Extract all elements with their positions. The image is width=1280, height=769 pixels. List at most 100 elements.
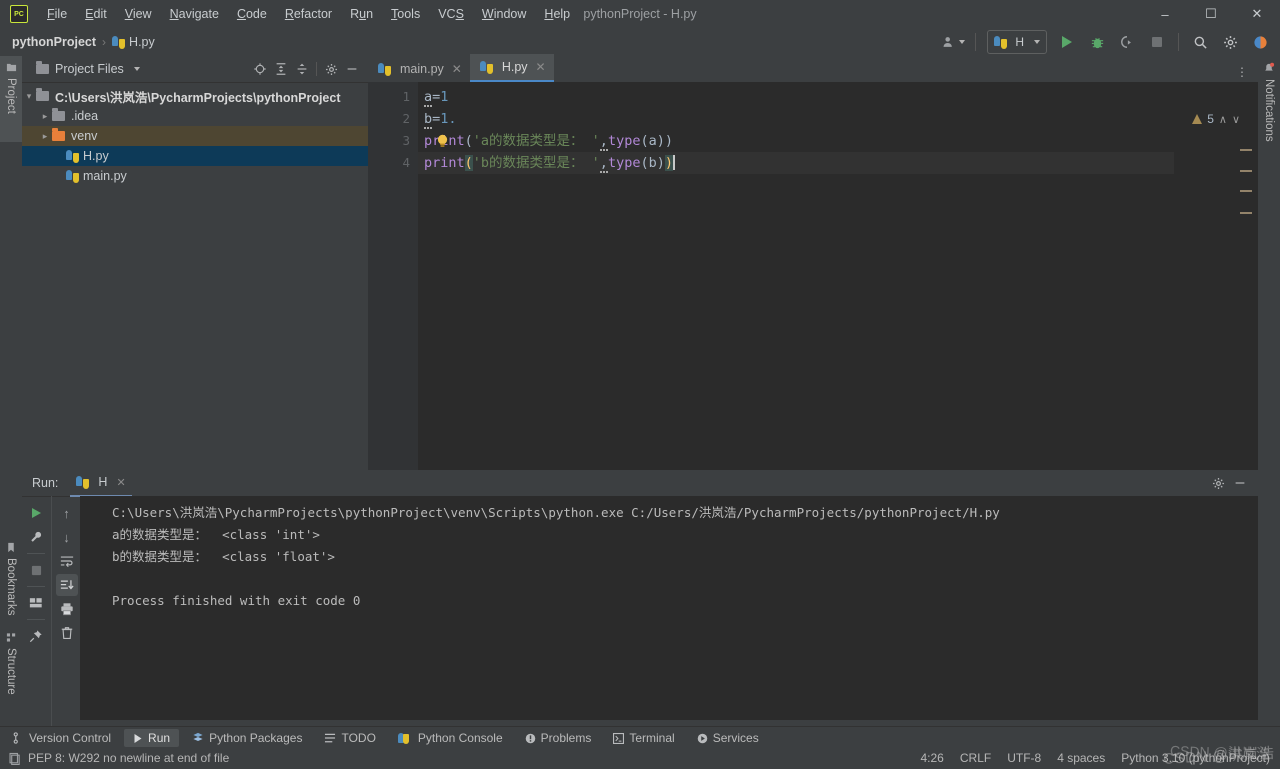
menu-file[interactable]: FFileile: [38, 3, 76, 25]
tab-h-py[interactable]: H.py ✕: [470, 54, 554, 82]
scroll-to-end-icon[interactable]: [56, 574, 78, 596]
editor-tab-bar: main.py ✕ H.py ✕ ⋮: [368, 56, 1258, 82]
bottom-tab-services[interactable]: Services: [688, 729, 768, 747]
inspection-summary[interactable]: 5 ∧ ∨: [1192, 112, 1240, 126]
run-coverage-icon[interactable]: [1113, 31, 1141, 53]
trash-icon[interactable]: [56, 622, 78, 644]
menu-run[interactable]: Run: [341, 3, 382, 25]
soft-wrap-icon[interactable]: [56, 550, 78, 572]
python-interpreter[interactable]: Python 3.10 (pythonProject): [1121, 751, 1270, 765]
menu-code[interactable]: Code: [228, 3, 276, 25]
minimize-button[interactable]: –: [1142, 0, 1188, 28]
run-icon[interactable]: [1053, 31, 1081, 53]
down-arrow-icon[interactable]: ↓: [56, 526, 78, 548]
bottom-tab-version-control[interactable]: Version Control: [4, 729, 120, 747]
run-tab-h[interactable]: H ✕: [70, 470, 131, 497]
code-line-1[interactable]: a=1: [418, 86, 1174, 108]
bottom-tab-todo[interactable]: TODO: [315, 729, 384, 747]
sidebar-item-project[interactable]: Project: [0, 56, 22, 142]
menu-navigate[interactable]: Navigate: [161, 3, 228, 25]
hide-panel-icon[interactable]: [342, 59, 362, 79]
sidebar-item-bookmarks[interactable]: Bookmarks: [0, 536, 22, 634]
menu-window[interactable]: Window: [473, 3, 535, 25]
stop-icon[interactable]: [1143, 31, 1171, 53]
prev-problem-icon[interactable]: ∧: [1219, 113, 1227, 126]
close-button[interactable]: ✕: [1234, 0, 1280, 28]
bottom-tab-run[interactable]: Run: [124, 729, 179, 747]
console-output[interactable]: C:\Users\洪岚浩\PycharmProjects\pythonProje…: [80, 496, 1258, 720]
intention-bulb-icon[interactable]: [436, 134, 449, 148]
code-lines[interactable]: a=1 b=1. print('a的数据类型是： ',type(a)) prin…: [418, 82, 1174, 470]
menu-edit[interactable]: Edit: [76, 3, 116, 25]
toolbar-divider-2: [1178, 33, 1179, 51]
menu-view[interactable]: View: [116, 3, 161, 25]
chevron-collapsed-icon[interactable]: ▸: [38, 131, 52, 142]
layout-settings-icon[interactable]: [25, 592, 47, 614]
line-separator[interactable]: CRLF: [960, 751, 991, 765]
debug-icon[interactable]: [1083, 31, 1111, 53]
stop-icon[interactable]: [25, 559, 47, 581]
chevron-collapsed-icon[interactable]: ▸: [38, 111, 52, 122]
code-editor[interactable]: 1 2 3 4 a=1 b=1. print('a的数据类型是： ',type(…: [368, 82, 1258, 470]
chevron-expanded-icon[interactable]: ▾: [22, 91, 36, 102]
bottom-tab-problems[interactable]: Problems: [516, 729, 601, 747]
inspection-status-icon[interactable]: [8, 752, 21, 765]
bottom-tab-python-packages[interactable]: Python Packages: [183, 729, 311, 747]
tab-close-icon[interactable]: ✕: [536, 60, 546, 74]
next-problem-icon[interactable]: ∨: [1232, 113, 1240, 126]
settings-gear-icon[interactable]: [321, 59, 341, 79]
collapse-all-icon[interactable]: [292, 59, 312, 79]
menu-refactor[interactable]: Refactor: [276, 3, 341, 25]
tree-row-venv[interactable]: ▸ venv: [22, 126, 368, 146]
code-line-2[interactable]: b=1.: [418, 108, 1174, 130]
up-arrow-icon[interactable]: ↑: [56, 502, 78, 524]
tree-row-idea[interactable]: ▸ .idea: [22, 106, 368, 126]
search-icon[interactable]: [1186, 31, 1214, 53]
breadcrumb-file[interactable]: H.py: [129, 35, 155, 49]
warning-stripe[interactable]: [1240, 212, 1252, 214]
menu-vcs[interactable]: VCS: [429, 3, 473, 25]
warning-stripe[interactable]: [1240, 190, 1252, 192]
caret-position[interactable]: 4:26: [921, 751, 944, 765]
warning-stripe[interactable]: [1240, 170, 1252, 172]
warning-stripe[interactable]: [1240, 149, 1252, 151]
maximize-button[interactable]: ☐: [1188, 0, 1234, 28]
editor-inspection-gutter[interactable]: 5 ∧ ∨: [1174, 108, 1258, 496]
modify-run-config-icon[interactable]: [25, 526, 47, 548]
run-tab-close-icon[interactable]: ✕: [116, 476, 125, 489]
rerun-icon[interactable]: [25, 502, 47, 524]
tree-row-main-py[interactable]: main.py: [22, 166, 368, 186]
hide-panel-icon[interactable]: [1230, 473, 1250, 493]
user-icon[interactable]: [939, 31, 968, 53]
print-icon[interactable]: [56, 598, 78, 620]
project-files-selector[interactable]: Project Files: [36, 62, 140, 76]
tree-row-h-py[interactable]: H.py: [22, 146, 368, 166]
scroll-from-source-icon[interactable]: [250, 59, 270, 79]
code-line-4[interactable]: print('b的数据类型是： ',type(b)): [418, 152, 1174, 174]
pin-icon[interactable]: [25, 625, 47, 647]
menu-tools[interactable]: Tools: [382, 3, 429, 25]
indent-setting[interactable]: 4 spaces: [1057, 751, 1105, 765]
bottom-tab-python-console[interactable]: Python Console: [389, 729, 512, 747]
file-encoding[interactable]: UTF-8: [1007, 751, 1041, 765]
sidebar-item-structure[interactable]: Structure: [0, 626, 22, 718]
code-line-3[interactable]: print('a的数据类型是： ',type(a)): [418, 130, 1174, 152]
gear-icon[interactable]: [1216, 31, 1244, 53]
run-configuration-selector[interactable]: H: [987, 30, 1047, 54]
breadcrumb-project[interactable]: pythonProject: [12, 35, 96, 49]
settings-gear-icon[interactable]: [1208, 473, 1228, 493]
tab-main-py[interactable]: main.py ✕: [368, 56, 470, 82]
sidebar-item-notifications[interactable]: Notifications: [1258, 56, 1280, 184]
pycharm-window: PC FFileile Edit View Navigate Code Refa…: [0, 0, 1280, 768]
tree-row-project-root[interactable]: ▾ C:\Users\洪岚浩\PycharmProjects\pythonPro…: [22, 86, 368, 106]
help-icon[interactable]: [1246, 31, 1274, 53]
tab-close-icon[interactable]: ✕: [452, 62, 462, 76]
bottom-tab-label: Version Control: [29, 731, 111, 745]
navigation-bar: pythonProject › H.py H: [0, 28, 1280, 57]
bottom-tab-terminal[interactable]: Terminal: [604, 729, 683, 747]
menu-help[interactable]: Help: [535, 3, 579, 25]
expand-all-icon[interactable]: [271, 59, 291, 79]
more-options-icon[interactable]: ⋮: [1232, 62, 1252, 82]
bottom-tool-bar: Version Control Run Python Packages TODO…: [0, 726, 1280, 749]
token-arg-b: b: [649, 155, 657, 171]
